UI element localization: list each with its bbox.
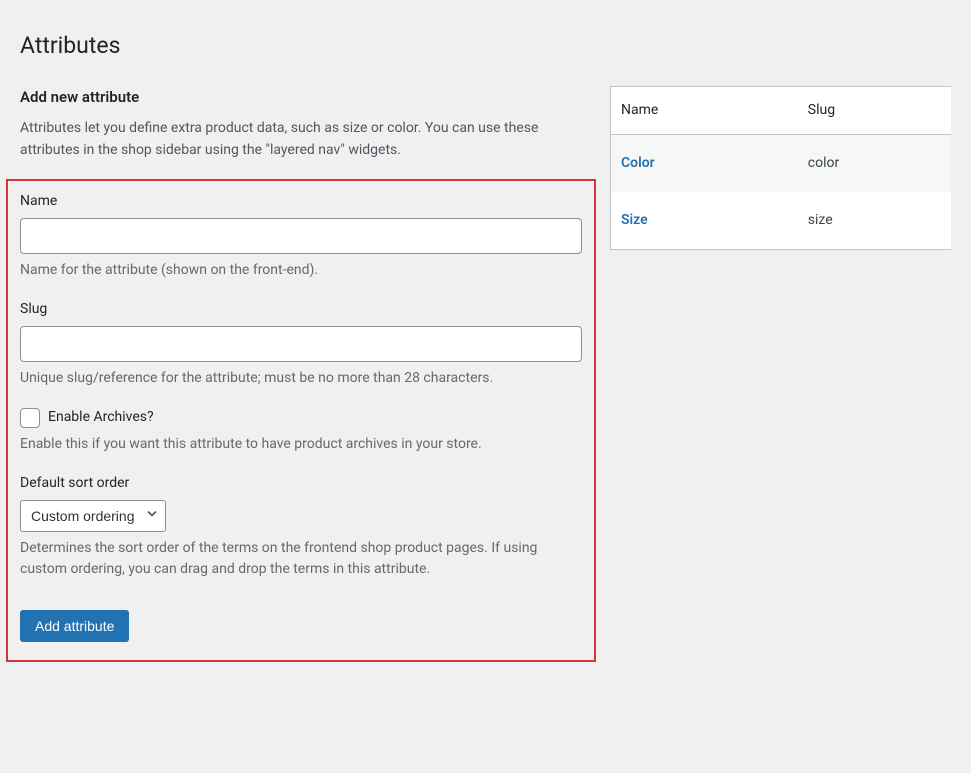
sort-order-select[interactable]: Custom ordering	[20, 500, 166, 532]
name-field-group: Name Name for the attribute (shown on th…	[20, 191, 582, 281]
attributes-table: Name Slug Color color Size size	[610, 86, 951, 250]
attribute-slug-text: color	[808, 155, 839, 171]
attribute-name-link[interactable]: Size	[621, 212, 648, 228]
attribute-name-link[interactable]: Color	[621, 155, 655, 171]
table-row: Size size	[611, 192, 952, 250]
archives-field-group: Enable Archives? Enable this if you want…	[20, 407, 582, 455]
table-row: Color color	[611, 134, 952, 192]
intro-description: Attributes let you define extra product …	[20, 118, 590, 161]
enable-archives-checkbox[interactable]	[20, 408, 40, 428]
add-attribute-form: Name Name for the attribute (shown on th…	[6, 179, 596, 662]
add-attribute-heading: Add new attribute	[20, 86, 590, 109]
slug-description: Unique slug/reference for the attribute;…	[20, 368, 582, 389]
sort-field-group: Default sort order Custom ordering Deter…	[20, 473, 582, 580]
name-input[interactable]	[20, 218, 582, 254]
table-header-name: Name	[611, 86, 798, 134]
add-attribute-button[interactable]: Add attribute	[20, 610, 129, 642]
attribute-slug-text: size	[808, 212, 833, 228]
sort-label: Default sort order	[20, 473, 582, 494]
slug-label: Slug	[20, 299, 582, 320]
slug-input[interactable]	[20, 326, 582, 362]
table-header-slug: Slug	[798, 86, 951, 134]
archives-description: Enable this if you want this attribute t…	[20, 434, 582, 455]
name-description: Name for the attribute (shown on the fro…	[20, 260, 582, 281]
slug-field-group: Slug Unique slug/reference for the attri…	[20, 299, 582, 389]
name-label: Name	[20, 191, 582, 212]
sort-description: Determines the sort order of the terms o…	[20, 538, 582, 580]
enable-archives-label: Enable Archives?	[48, 407, 154, 428]
page-title: Attributes	[20, 20, 951, 68]
